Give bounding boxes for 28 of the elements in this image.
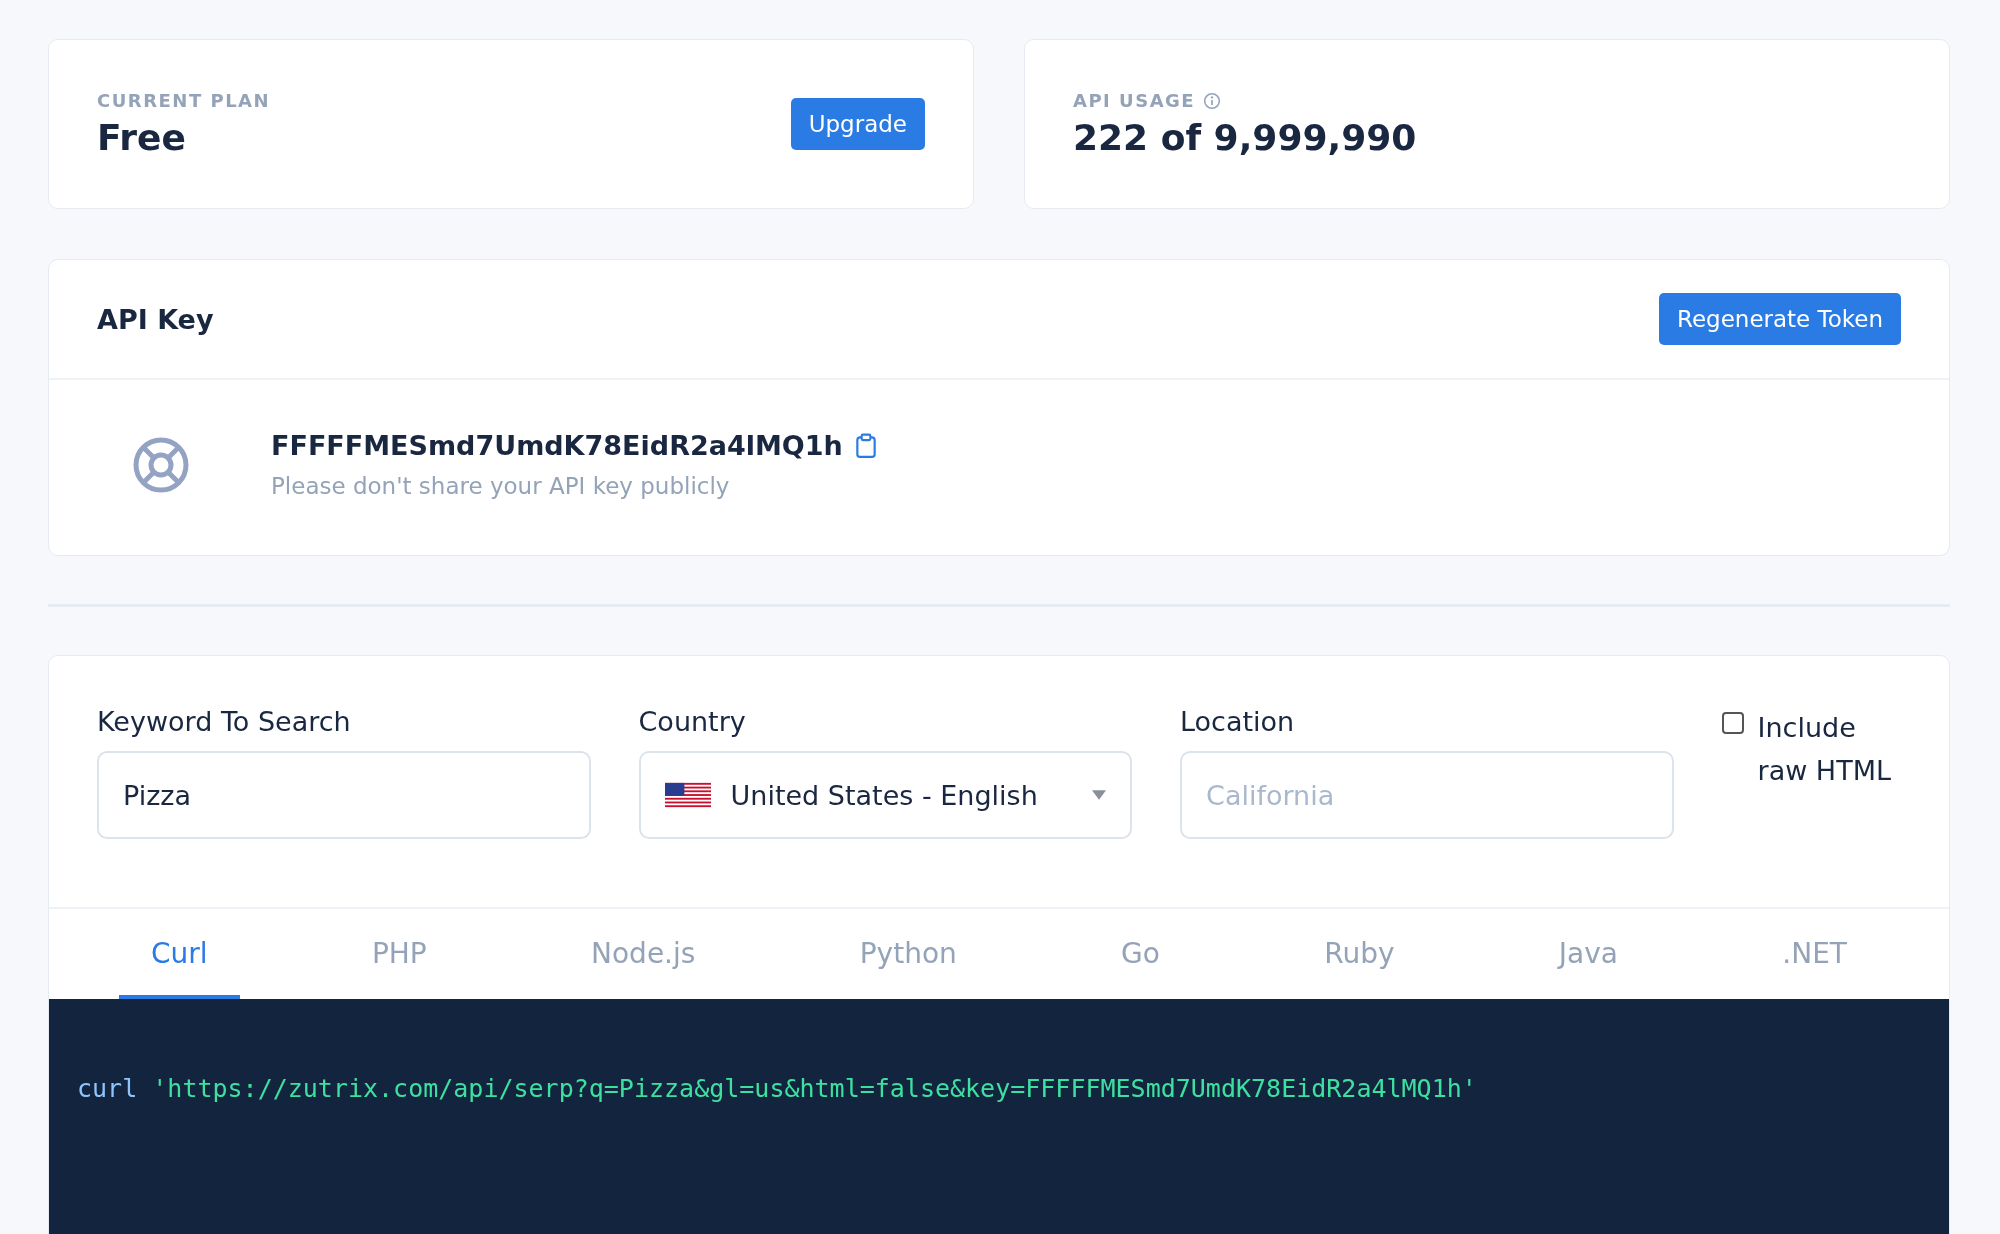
language-tab[interactable]: Ruby xyxy=(1292,909,1427,999)
regenerate-token-button[interactable]: Regenerate Token xyxy=(1658,293,1901,345)
upgrade-button[interactable]: Upgrade xyxy=(790,98,925,150)
country-label: Country xyxy=(638,706,747,737)
usage-label: API USAGE xyxy=(1073,90,1196,111)
language-tab[interactable]: Java xyxy=(1526,909,1650,999)
plan-label: CURRENT PLAN xyxy=(97,90,271,111)
country-dropdown[interactable]: United States - English xyxy=(638,751,1133,839)
api-key-hint: Please don't share your API key publicly xyxy=(271,473,731,499)
api-key-title: API Key xyxy=(97,303,214,335)
language-tab[interactable]: Python xyxy=(827,909,989,999)
keyword-label: Keyword To Search xyxy=(97,706,352,737)
raw-html-label: Include raw HTML xyxy=(1757,711,1892,788)
raw-html-checkbox[interactable] xyxy=(1721,712,1744,734)
location-field[interactable]: California xyxy=(1180,751,1674,839)
location-label: Location xyxy=(1180,706,1296,737)
plan-name: Free xyxy=(97,117,187,158)
language-tab[interactable]: .NET xyxy=(1750,909,1879,999)
info-icon xyxy=(1203,91,1222,110)
language-tab[interactable]: PHP xyxy=(339,909,459,999)
api-key-value: FFFFFMESmd7UmdK78EidR2a4lMQ1h xyxy=(271,430,843,461)
language-tab[interactable]: Node.js xyxy=(559,909,728,999)
caret-icon xyxy=(1092,790,1107,800)
clipboard-icon[interactable] xyxy=(854,432,877,459)
usage-value: 222 of 9,999,990 xyxy=(1073,117,1417,158)
keyword-field[interactable]: Pizza xyxy=(97,751,591,839)
code-line: curl 'https://zutrix.com/api/serp?q=Pizza&gl=us&html=false&key=FFFFFMESmd7UmdK78EidR2a4lMQ1h' xyxy=(77,1074,1477,1103)
language-tab[interactable]: Go xyxy=(1089,909,1192,999)
